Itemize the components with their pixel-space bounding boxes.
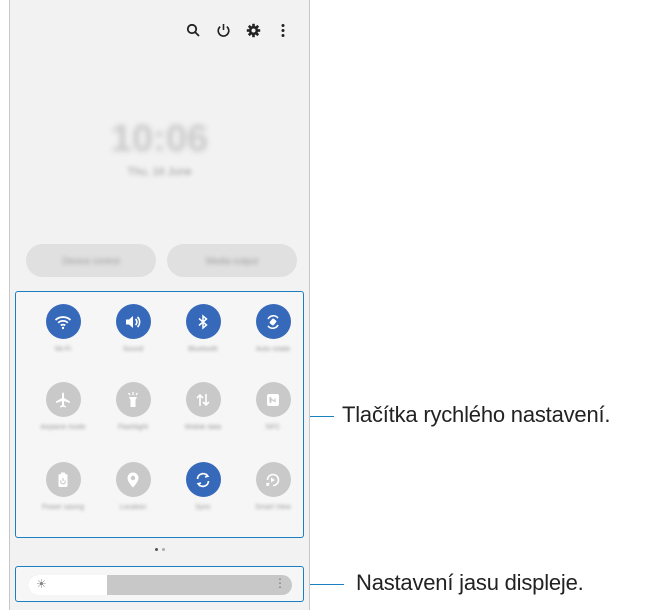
tile-label: Sync <box>195 504 211 511</box>
notification-panel: 10:06 Thu, 16 June Device control Media … <box>9 0 310 610</box>
brightness-slider[interactable]: ☀ ⋮ <box>28 575 292 595</box>
nfc-icon <box>255 382 291 417</box>
sound-icon <box>115 304 151 339</box>
airplane-icon <box>45 382 81 417</box>
tile-label: Flashlight <box>118 424 148 431</box>
tile-label: Sound <box>122 346 144 353</box>
tile-label: NFC <box>265 424 281 431</box>
quick-settings-panel: Wi-Fi Sound Bluetooth Auto rotate Airplane m… <box>15 291 304 538</box>
page-dot <box>161 548 165 551</box>
power-saving-icon <box>45 462 81 497</box>
top-toolbar <box>185 22 291 38</box>
device-control-button[interactable]: Device control <box>26 244 156 277</box>
tile-label: Location <box>119 504 147 511</box>
device-control-label: Device control <box>62 255 120 266</box>
callout-quick-settings: Tlačítka rychlého nastavení. <box>342 402 611 427</box>
more-vertical-icon[interactable]: ⋮ <box>274 576 286 590</box>
tile-label: Auto rotate <box>255 346 291 353</box>
tile-nfc[interactable]: NFC <box>243 382 303 432</box>
tile-auto-rotate[interactable]: Auto rotate <box>243 304 303 354</box>
tile-label: Wi-Fi <box>54 346 72 353</box>
tile-power-saving[interactable]: Power saving <box>33 462 93 512</box>
power-icon[interactable] <box>215 22 231 38</box>
tile-label: Smart View <box>255 504 291 511</box>
sync-icon <box>185 462 221 497</box>
wifi-icon <box>45 304 81 339</box>
gear-icon[interactable] <box>245 22 261 38</box>
sun-icon: ☀ <box>36 577 47 591</box>
clock: 10:06 <box>110 118 209 160</box>
auto-rotate-icon <box>255 304 291 339</box>
search-icon[interactable] <box>185 22 201 38</box>
tile-wifi[interactable]: Wi-Fi <box>33 304 93 354</box>
callout-line-quick-settings <box>310 416 334 417</box>
page-indicator <box>10 548 309 551</box>
tile-location[interactable]: Location <box>103 462 163 512</box>
date: Thu, 16 June <box>127 166 192 178</box>
mobile-data-icon <box>185 382 221 417</box>
tile-sound[interactable]: Sound <box>103 304 163 354</box>
tile-mobile-data[interactable]: Mobile data <box>173 382 233 432</box>
smart-view-icon <box>255 462 291 497</box>
tile-label: Bluetooth <box>188 346 218 353</box>
tile-sync[interactable]: Sync <box>173 462 233 512</box>
media-output-label: Media output <box>205 255 259 266</box>
tile-airplane[interactable]: Airplane mode <box>33 382 93 432</box>
flashlight-icon <box>115 382 151 417</box>
tile-flashlight[interactable]: Flashlight <box>103 382 163 432</box>
tile-bluetooth[interactable]: Bluetooth <box>173 304 233 354</box>
bluetooth-icon <box>185 304 221 339</box>
tile-label: Power saving <box>41 504 85 511</box>
callout-brightness: Nastavení jasu displeje. <box>356 570 584 595</box>
page-dot-active <box>154 548 158 551</box>
tile-label: Airplane mode <box>40 424 86 431</box>
tile-smart-view[interactable]: Smart View <box>243 462 303 512</box>
more-vertical-icon[interactable] <box>275 22 291 38</box>
location-icon <box>115 462 151 497</box>
callout-line-brightness <box>310 584 344 585</box>
brightness-panel: ☀ ⋮ <box>15 566 304 602</box>
media-output-button[interactable]: Media output <box>167 244 297 277</box>
tile-label: Mobile data <box>184 424 222 431</box>
